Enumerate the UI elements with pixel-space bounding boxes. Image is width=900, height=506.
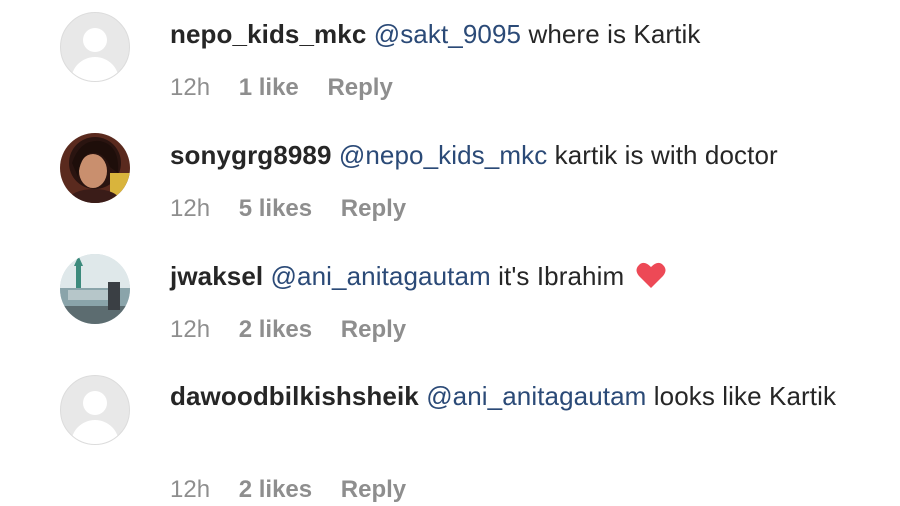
comment-meta: 12h 5 likes Reply — [170, 194, 428, 224]
comment-meta: 12h 2 likes Reply — [170, 475, 428, 505]
reply-button[interactable]: Reply — [341, 476, 406, 503]
avatar-photo — [60, 254, 130, 324]
comment-meta: 12h 2 likes Reply — [170, 315, 428, 345]
comment-mention[interactable]: @sakt_9095 — [374, 19, 521, 49]
profile-photo-avatar[interactable] — [60, 254, 130, 324]
avatar-head-shape — [83, 391, 107, 415]
comment-meta: 12h 1 like Reply — [170, 73, 415, 103]
comment-username[interactable]: sonygrg8989 — [170, 140, 332, 170]
comment-likes[interactable]: 2 likes — [239, 316, 312, 343]
comment-likes[interactable]: 1 like — [239, 74, 299, 101]
comment-username[interactable]: nepo_kids_mkc — [170, 19, 366, 49]
comment-text: jwaksel @ani_anitagautam it's Ibrahim — [170, 257, 870, 299]
reply-button[interactable]: Reply — [341, 195, 406, 222]
comment-username[interactable]: jwaksel — [170, 261, 263, 291]
avatar-head-shape — [83, 28, 107, 52]
reply-button[interactable]: Reply — [341, 316, 406, 343]
comment-text: dawoodbilkishsheik @ani_anitagautam look… — [170, 377, 850, 415]
avatar-shoulders-shape — [71, 420, 119, 444]
comment-body: kartik is with doctor — [554, 140, 778, 170]
avatar-photo — [60, 133, 130, 203]
comment-body: where is Kartik — [528, 19, 701, 49]
comment-text: nepo_kids_mkc @sakt_9095 where is Kartik — [170, 15, 870, 53]
default-avatar-icon[interactable] — [60, 375, 130, 445]
comment-mention[interactable]: @ani_anitagautam — [271, 261, 491, 291]
comment-text: sonygrg8989 @nepo_kids_mkc kartik is wit… — [170, 136, 870, 174]
default-avatar-icon[interactable] — [60, 12, 130, 82]
comment-mention[interactable]: @ani_anitagautam — [426, 381, 646, 411]
comment-body: looks like Kartik — [653, 381, 837, 411]
profile-photo-avatar[interactable] — [60, 133, 130, 203]
comment-time[interactable]: 12h — [170, 316, 210, 343]
heart-icon — [636, 261, 666, 299]
comment-body: it's Ibrahim — [498, 261, 625, 291]
reply-button[interactable]: Reply — [327, 74, 392, 101]
comment-time[interactable]: 12h — [170, 476, 210, 503]
comment-mention[interactable]: @nepo_kids_mkc — [339, 140, 547, 170]
comment-likes[interactable]: 2 likes — [239, 476, 312, 503]
comment-likes[interactable]: 5 likes — [239, 195, 312, 222]
comment-username[interactable]: dawoodbilkishsheik — [170, 381, 419, 411]
avatar-shoulders-shape — [71, 57, 119, 81]
comment-time[interactable]: 12h — [170, 74, 210, 101]
comment-time[interactable]: 12h — [170, 195, 210, 222]
